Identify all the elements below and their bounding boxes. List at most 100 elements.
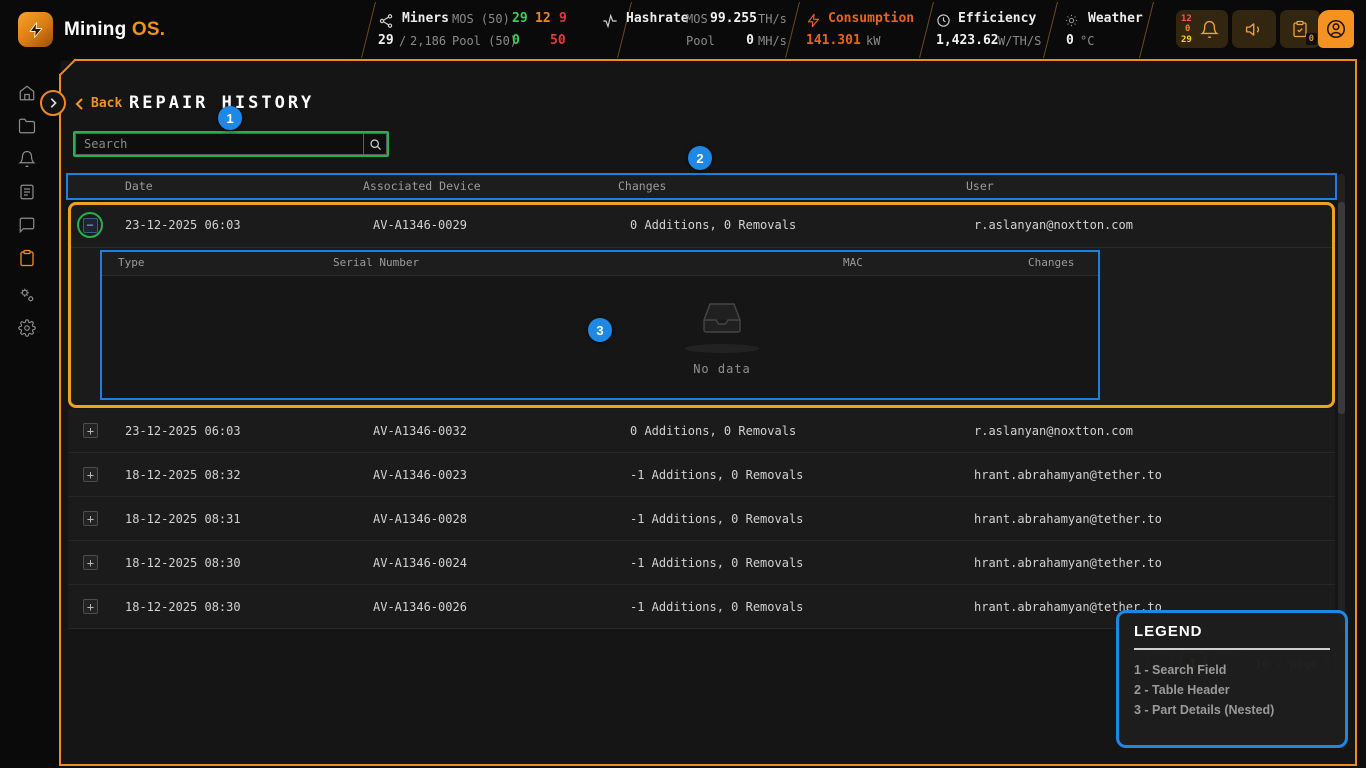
topbar: Mining OS. Miners MOS (50) 29 12 9 29 / … <box>0 0 1366 60</box>
cell-changes: -1 Additions, 0 Removals <box>630 497 803 541</box>
cell-date: 18-12-2025 08:30 <box>125 541 241 585</box>
cell-device: AV-A1346-0024 <box>373 541 467 585</box>
cell-user: r.aslanyan@noxtton.com <box>974 409 1133 453</box>
cell-changes: 0 Additions, 0 Removals <box>630 205 796 245</box>
chevron-left-icon <box>74 97 84 111</box>
cell-user: r.aslanyan@noxtton.com <box>974 205 1133 245</box>
annotation-badge-2: 2 <box>688 146 712 170</box>
expand-row-button[interactable]: + <box>83 423 98 438</box>
legend-panel: LEGEND 1 - Search Field 2 - Table Header… <box>1116 610 1348 748</box>
cell-date: 18-12-2025 08:32 <box>125 453 241 497</box>
sidebar-item-alerts[interactable] <box>17 149 37 169</box>
table-body: + 23-12-2025 06:03 AV-A1346-0032 0 Addit… <box>68 409 1335 629</box>
column-header-date[interactable]: Date <box>125 179 153 193</box>
table-scrollbar[interactable] <box>1338 174 1345 632</box>
notification-badge-yellow: 29 <box>1181 35 1192 45</box>
sidebar-item-repairs-active[interactable] <box>17 248 37 268</box>
sidebar-expand-button[interactable] <box>40 90 66 116</box>
notification-badge-red: 12 <box>1181 14 1192 24</box>
efficiency-icon <box>936 13 951 28</box>
cell-changes: -1 Additions, 0 Removals <box>630 453 803 497</box>
bell-icon <box>1200 20 1219 39</box>
search-input[interactable] <box>75 133 363 155</box>
content-frame-border <box>59 764 1357 766</box>
legend-item: 2 - Table Header <box>1134 680 1330 700</box>
file-text-icon <box>18 183 36 201</box>
search-icon <box>369 138 382 151</box>
empty-inbox-icon <box>696 298 748 338</box>
table-row[interactable]: + 18-12-2025 08:32 AV-A1346-0023 -1 Addi… <box>68 453 1335 497</box>
empty-state-label: No data <box>657 362 787 376</box>
cell-device: AV-A1346-0023 <box>373 453 467 497</box>
sidebar-item-home[interactable] <box>17 83 37 103</box>
back-button[interactable]: Back <box>74 96 122 111</box>
sidebar-item-settings[interactable] <box>17 318 37 338</box>
notification-badge-orange: 0 <box>1185 24 1190 34</box>
efficiency-stat: Efficiency 1,423.62 W/TH/S <box>936 10 1052 50</box>
sidebar-item-messages[interactable] <box>17 215 37 235</box>
sun-icon <box>1064 13 1079 28</box>
column-header-user[interactable]: User <box>966 179 994 193</box>
legend-divider <box>1134 648 1330 650</box>
content-frame-border <box>59 74 61 766</box>
scrollbar-thumb[interactable] <box>1338 202 1345 414</box>
search-icon-button[interactable] <box>363 133 387 155</box>
content-frame-border <box>74 59 1357 61</box>
brand-text: Mining OS. <box>64 19 165 41</box>
consumption-icon <box>806 13 821 28</box>
speaker-icon <box>1245 20 1264 39</box>
sidebar-item-projects[interactable] <box>17 116 37 136</box>
cell-user: hrant.abrahamyan@tether.to <box>974 497 1162 541</box>
consumption-stat: Consumption 141.301 kW <box>806 10 918 50</box>
table-row[interactable]: + 18-12-2025 08:30 AV-A1346-0024 -1 Addi… <box>68 541 1335 585</box>
collapse-row-button[interactable]: − <box>83 218 98 233</box>
sidebar-item-reports[interactable] <box>17 182 37 202</box>
topbar-divider <box>361 2 376 58</box>
sidebar-item-integrations[interactable] <box>17 285 37 305</box>
cell-device: AV-A1346-0029 <box>373 205 467 245</box>
cell-user: hrant.abrahamyan@tether.to <box>974 453 1162 497</box>
collapse-button-annotated: − <box>77 212 103 238</box>
nested-column-changes: Changes <box>1028 256 1074 269</box>
folder-icon <box>18 117 36 135</box>
cell-changes: -1 Additions, 0 Removals <box>630 585 803 629</box>
expand-row-button[interactable]: + <box>83 467 98 482</box>
table-row[interactable]: − 23-12-2025 06:03 AV-A1346-0029 0 Addit… <box>71 205 1332 247</box>
cell-date: 23-12-2025 06:03 <box>125 409 241 453</box>
expand-row-button[interactable]: + <box>83 511 98 526</box>
expand-row-button[interactable]: + <box>83 599 98 614</box>
cell-changes: -1 Additions, 0 Removals <box>630 541 803 585</box>
cell-changes: 0 Additions, 0 Removals <box>630 409 796 453</box>
bell-icon <box>18 150 36 168</box>
cell-device: AV-A1346-0026 <box>373 585 467 629</box>
nested-table-header: Type Serial Number MAC Changes <box>102 252 1098 276</box>
tasks-button[interactable]: 0 <box>1280 10 1320 48</box>
table-header-annotated: Date Associated Device Changes User <box>66 173 1337 200</box>
app-logo[interactable]: Mining OS. <box>18 12 165 47</box>
hashrate-stat: Hashrate MOS 99.255 TH/s Pool 0 MH/s <box>602 10 782 50</box>
search-field-annotated <box>73 131 389 157</box>
cell-date: 18-12-2025 08:31 <box>125 497 241 541</box>
row-divider <box>71 247 1332 248</box>
lightning-logo-icon <box>18 12 53 47</box>
expand-row-button[interactable]: + <box>83 555 98 570</box>
sound-button[interactable] <box>1232 10 1276 48</box>
account-button[interactable] <box>1318 10 1354 48</box>
home-icon <box>18 84 36 102</box>
table-row[interactable]: + 23-12-2025 06:03 AV-A1346-0032 0 Addit… <box>68 409 1335 453</box>
legend-item: 3 - Part Details (Nested) <box>1134 700 1330 720</box>
cell-date: 23-12-2025 06:03 <box>125 205 241 245</box>
nested-column-type: Type <box>118 256 145 269</box>
column-header-device[interactable]: Associated Device <box>363 179 481 193</box>
table-row[interactable]: + 18-12-2025 08:31 AV-A1346-0028 -1 Addi… <box>68 497 1335 541</box>
clipboard-icon <box>18 249 36 267</box>
gear-icon <box>18 319 36 337</box>
expanded-row-group-annotated: − 23-12-2025 06:03 AV-A1346-0029 0 Addit… <box>68 202 1335 408</box>
miners-icon <box>378 13 394 29</box>
empty-state: No data <box>657 298 787 376</box>
miners-stat: Miners MOS (50) 29 12 9 29 / 2,186 Pool … <box>378 10 598 50</box>
notifications-button[interactable]: 12 0 29 <box>1176 10 1228 48</box>
content-frame-border <box>1355 59 1357 766</box>
column-header-changes[interactable]: Changes <box>618 179 666 193</box>
tasks-badge: 0 <box>1306 33 1317 45</box>
